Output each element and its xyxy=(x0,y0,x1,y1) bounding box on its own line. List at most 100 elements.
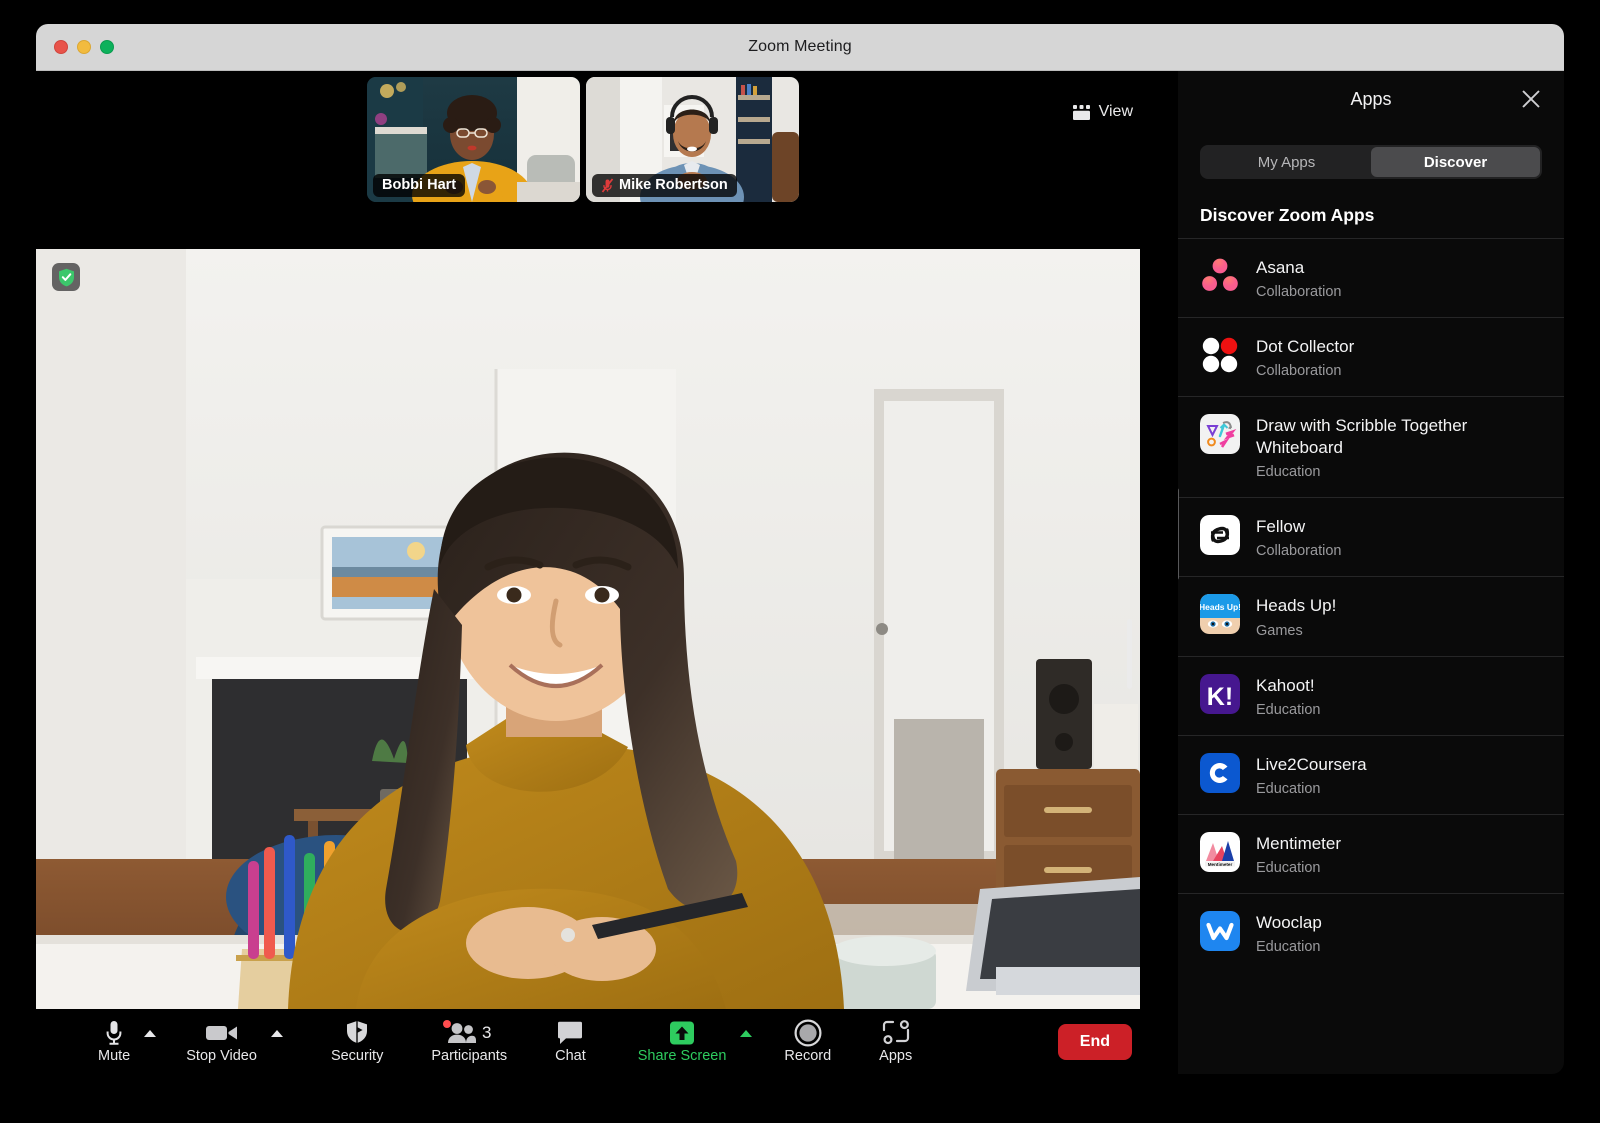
app-category: Education xyxy=(1256,702,1321,718)
list-item[interactable]: Fellow Collaboration xyxy=(1178,497,1564,576)
participant-thumbnail[interactable]: Mike Robertson xyxy=(586,77,799,202)
app-category: Education xyxy=(1256,781,1367,797)
list-item[interactable]: Live2Coursera Education xyxy=(1178,735,1564,814)
list-item-text: Fellow Collaboration xyxy=(1256,515,1341,559)
app-name: Asana xyxy=(1256,257,1341,279)
mic-muted-icon xyxy=(601,178,614,193)
stop-video-button[interactable]: Stop Video xyxy=(186,1009,257,1074)
app-name: Heads Up! xyxy=(1256,595,1336,617)
window-titlebar: Zoom Meeting xyxy=(36,24,1564,71)
record-icon xyxy=(794,1020,822,1046)
stop-video-button-label: Stop Video xyxy=(186,1049,257,1064)
meeting-toolbar: Mute Stop Video xyxy=(36,1009,1178,1074)
chat-button[interactable]: Chat xyxy=(555,1009,586,1074)
encryption-shield-badge xyxy=(52,263,80,291)
list-item[interactable]: Draw with Scribble Together Whiteboard E… xyxy=(1178,396,1564,497)
apps-panel-header: Apps xyxy=(1178,71,1564,127)
app-name: Wooclap xyxy=(1256,912,1322,934)
apps-panel-title: Apps xyxy=(1350,89,1391,110)
audio-options-caret[interactable] xyxy=(144,1030,156,1037)
tab-discover[interactable]: Discover xyxy=(1371,147,1540,177)
meeting-stage: Bobbi Hart xyxy=(36,71,1178,1074)
list-item[interactable]: Wooclap Education xyxy=(1178,893,1564,972)
list-item-text: Heads Up! Games xyxy=(1256,594,1336,638)
apps-panel: Apps My Apps Discover Discover Zoom Apps xyxy=(1178,71,1564,1074)
asana-icon xyxy=(1200,256,1240,296)
view-button-label: View xyxy=(1099,103,1133,121)
mute-button-label: Mute xyxy=(98,1049,130,1064)
apps-list[interactable]: Asana Collaboration Dot Collector Collab xyxy=(1178,238,1564,1074)
participants-button-label: Participants xyxy=(431,1049,507,1064)
discover-section-title: Discover Zoom Apps xyxy=(1200,205,1542,226)
svg-text:Mentimeter: Mentimeter xyxy=(1208,862,1233,867)
mentimeter-icon: Mentimeter xyxy=(1200,832,1240,872)
record-button[interactable]: Record xyxy=(784,1009,831,1074)
video-camera-icon xyxy=(206,1020,238,1046)
heads-up-icon: Heads Up! xyxy=(1200,594,1240,634)
list-item-text: Dot Collector Collaboration xyxy=(1256,335,1354,379)
tab-my-apps[interactable]: My Apps xyxy=(1202,147,1371,177)
mute-button[interactable]: Mute xyxy=(98,1009,130,1074)
kahoot-icon: K! xyxy=(1200,674,1240,714)
share-screen-icon xyxy=(667,1020,697,1046)
shield-icon xyxy=(346,1020,368,1046)
participant-thumbnail[interactable]: Bobbi Hart xyxy=(367,77,580,202)
participant-name-pill: Bobbi Hart xyxy=(373,174,465,197)
app-name: Fellow xyxy=(1256,516,1341,538)
list-item[interactable]: Heads Up! Heads Up! Games xyxy=(1178,576,1564,655)
share-screen-button-label: Share Screen xyxy=(638,1049,727,1064)
chat-bubble-icon xyxy=(557,1020,583,1046)
app-category: Collaboration xyxy=(1256,543,1341,559)
dot-collector-icon xyxy=(1200,335,1240,375)
shield-check-icon xyxy=(58,268,75,287)
participants-icon: 3 xyxy=(447,1020,491,1046)
chat-button-label: Chat xyxy=(555,1049,586,1064)
active-speaker-video-frame xyxy=(36,249,1140,1009)
view-button[interactable]: View xyxy=(1073,103,1133,121)
coursera-icon xyxy=(1200,753,1240,793)
fellow-icon xyxy=(1200,515,1240,555)
apps-tab-switcher: My Apps Discover xyxy=(1200,145,1542,179)
list-item[interactable]: K! Kahoot! Education xyxy=(1178,656,1564,735)
app-category: Education xyxy=(1256,860,1341,876)
video-options-caret[interactable] xyxy=(271,1030,283,1037)
apps-icon xyxy=(882,1020,910,1046)
share-screen-button[interactable]: Share Screen xyxy=(638,1009,727,1074)
list-item-text: Live2Coursera Education xyxy=(1256,753,1367,797)
participants-button[interactable]: 3 Participants xyxy=(431,1009,507,1074)
share-options-caret[interactable] xyxy=(740,1030,752,1037)
list-item-text: Mentimeter Education xyxy=(1256,832,1341,876)
grid-view-icon xyxy=(1073,105,1090,120)
window-title: Zoom Meeting xyxy=(36,38,1564,56)
apps-list-scrollbar[interactable] xyxy=(1178,488,1179,580)
video-scrollbar[interactable] xyxy=(1127,619,1132,689)
app-category: Collaboration xyxy=(1256,363,1354,379)
participant-filmstrip: Bobbi Hart xyxy=(36,71,1178,208)
close-icon[interactable] xyxy=(1520,88,1542,110)
apps-button-label: Apps xyxy=(879,1049,912,1064)
list-item-text: Draw with Scribble Together Whiteboard E… xyxy=(1256,414,1542,480)
list-item-text: Asana Collaboration xyxy=(1256,256,1341,300)
list-item[interactable]: Asana Collaboration xyxy=(1178,238,1564,317)
security-button-label: Security xyxy=(331,1049,383,1064)
security-button[interactable]: Security xyxy=(331,1009,383,1074)
apps-button[interactable]: Apps xyxy=(879,1009,912,1074)
svg-text:K!: K! xyxy=(1207,683,1233,711)
participant-name-pill: Mike Robertson xyxy=(592,174,737,197)
record-button-label: Record xyxy=(784,1049,831,1064)
list-item[interactable]: Dot Collector Collaboration xyxy=(1178,317,1564,396)
list-item[interactable]: Mentimeter Mentimeter Education xyxy=(1178,814,1564,893)
microphone-icon xyxy=(104,1020,124,1046)
app-name: Draw with Scribble Together Whiteboard xyxy=(1256,415,1542,459)
participant-name: Mike Robertson xyxy=(619,177,728,193)
app-category: Games xyxy=(1256,623,1336,639)
app-name: Kahoot! xyxy=(1256,675,1321,697)
end-meeting-button[interactable]: End xyxy=(1058,1024,1132,1060)
zoom-meeting-window: Zoom Meeting xyxy=(36,24,1564,1074)
list-item-text: Kahoot! Education xyxy=(1256,674,1321,718)
svg-text:Heads Up!: Heads Up! xyxy=(1200,602,1240,612)
wooclap-icon xyxy=(1200,911,1240,951)
scribble-together-icon xyxy=(1200,414,1240,454)
participants-count: 3 xyxy=(482,1023,491,1043)
active-speaker-video[interactable] xyxy=(36,249,1140,1009)
